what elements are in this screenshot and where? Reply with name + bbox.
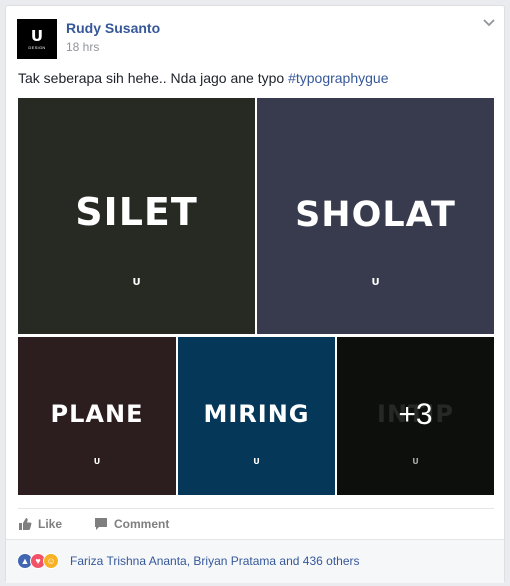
post-body: Tak seberapa sih hehe.. Nda jago ane typ…: [18, 70, 289, 86]
comment-button[interactable]: Comment: [94, 517, 169, 531]
reactions-bar: ▲ ♥ ☺ Fariza Trishna Ananta, Briyan Prat…: [6, 539, 504, 583]
hashtag-link[interactable]: #typographygue: [288, 70, 388, 86]
action-bar: Like Comment: [18, 508, 494, 538]
photo-logo: U: [132, 277, 141, 288]
author-name[interactable]: Rudy Susanto: [66, 20, 160, 36]
photo-logo: U: [371, 277, 380, 288]
comment-label: Comment: [114, 517, 170, 531]
avatar-logo-text: DESIGN: [28, 44, 46, 50]
photo-sholat[interactable]: SHOLAT U: [257, 98, 494, 334]
avatar-logo: U: [30, 26, 44, 45]
photo-miring[interactable]: MIRING U: [178, 337, 335, 495]
photo-intip[interactable]: INTIP U +3: [337, 337, 494, 495]
reactors-link[interactable]: Fariza Trishna Ananta, Briyan Pratama an…: [70, 554, 360, 568]
like-label: Like: [38, 517, 63, 531]
chevron-down-icon[interactable]: [482, 18, 496, 28]
photo-plane[interactable]: PLANE U: [18, 337, 176, 495]
avatar[interactable]: U DESIGN: [17, 19, 57, 59]
thumbs-up-icon: [19, 518, 32, 530]
comment-icon: [95, 518, 107, 530]
photo-silet[interactable]: SILET U: [18, 98, 255, 334]
reaction-icons[interactable]: ▲ ♥ ☺: [17, 553, 59, 569]
post-card: U DESIGN Rudy Susanto 18 hrs Tak seberap…: [5, 5, 505, 583]
post-timestamp[interactable]: 18 hrs: [66, 40, 99, 54]
like-button[interactable]: Like: [18, 517, 62, 531]
haha-icon: ☺: [43, 553, 59, 569]
post-text: Tak seberapa sih hehe.. Nda jago ane typ…: [18, 70, 389, 86]
more-photos-overlay[interactable]: +3: [337, 337, 494, 495]
photo-word: SHOLAT: [295, 195, 456, 235]
photo-word: MIRING: [203, 400, 310, 428]
more-photos-count: +3: [398, 398, 433, 431]
photo-word: SILET: [75, 190, 198, 234]
photo-word: PLANE: [50, 400, 144, 428]
photo-logo: U: [93, 457, 101, 466]
photo-logo: U: [253, 457, 260, 466]
